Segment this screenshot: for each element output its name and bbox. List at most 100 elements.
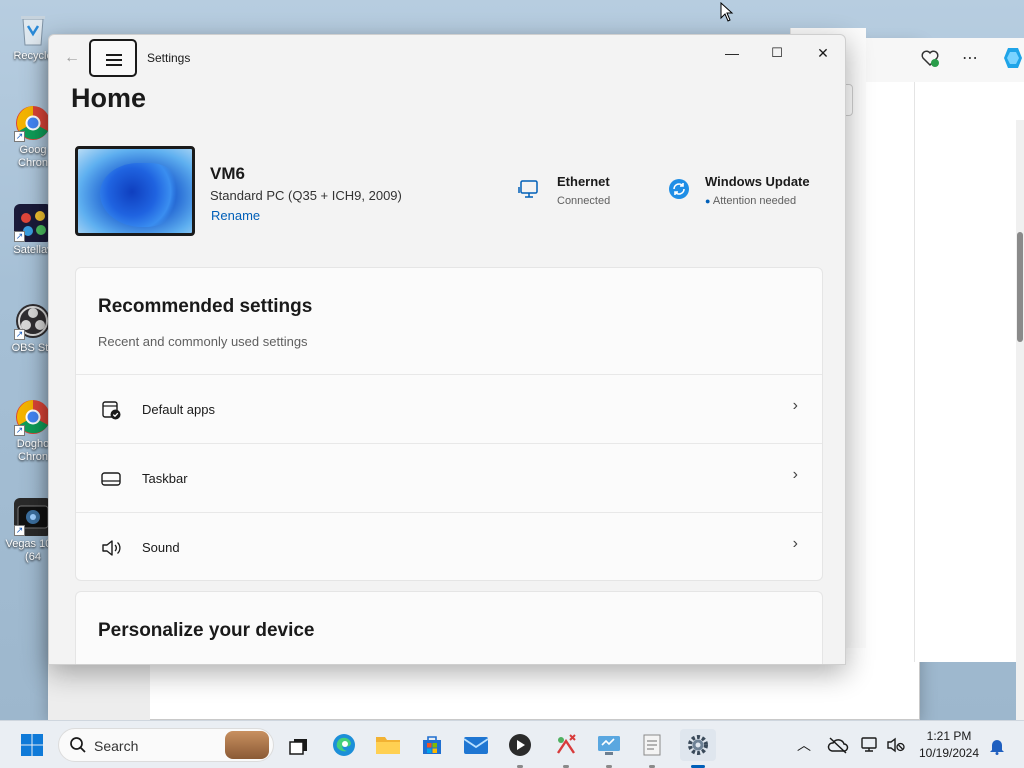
settings-window: ← Settings — ☐ ✕ Home VM6 Standard PC (Q… — [48, 34, 846, 665]
navigation-menu-button[interactable] — [89, 39, 137, 77]
notifications-button[interactable] — [984, 729, 1010, 761]
close-icon[interactable]: ✕ — [800, 39, 845, 67]
taskbar-mail-button[interactable] — [460, 729, 492, 761]
device-model: Standard PC (Q35 + ICH9, 2009) — [210, 188, 402, 203]
chevron-up-icon: ︿ — [797, 737, 811, 753]
hamburger-icon — [106, 54, 122, 56]
windows-bloom-image — [100, 163, 180, 227]
page-title: Home — [71, 83, 147, 113]
recommended-item-sound[interactable]: Sound › — [76, 512, 822, 581]
vegas-icon: ↗ — [14, 498, 52, 536]
search-icon — [70, 737, 86, 753]
search-label: Search — [94, 738, 139, 754]
device-name: VM6 — [210, 164, 245, 183]
task-view-button[interactable] — [282, 729, 314, 761]
theme-preview[interactable] — [580, 664, 692, 665]
snipping-tool-icon — [557, 734, 576, 754]
chrome-icon: ↗ — [14, 398, 52, 436]
health-icon — [921, 50, 939, 67]
rename-link[interactable]: Rename — [211, 208, 260, 223]
copilot-icon — [1004, 48, 1022, 68]
tray-volume-button[interactable] — [882, 729, 910, 761]
personalize-card: Personalize your device — [75, 591, 823, 665]
taskbar: Search ︿ 1:21 PM 10/19/2024 — [0, 720, 1024, 768]
chevron-right-icon: › — [792, 397, 798, 414]
settings-titlebar: ← Settings — ☐ ✕ — [49, 35, 845, 81]
minimize-icon[interactable]: — — [709, 39, 755, 67]
taskbar-store-button[interactable] — [416, 729, 448, 761]
recycle-bin-icon — [14, 10, 52, 48]
volume-muted-icon — [887, 737, 905, 753]
app-title: Settings — [147, 51, 191, 65]
shortcut-arrow-icon: ↗ — [14, 231, 25, 242]
tray-onedrive-button[interactable] — [824, 729, 852, 761]
theme-preview[interactable] — [460, 664, 572, 665]
attention-dot-icon: ● — [705, 196, 711, 206]
background-side-panel — [914, 82, 1024, 662]
shortcut-arrow-icon: ↗ — [14, 525, 25, 536]
more-options-icon[interactable]: ⋯ — [962, 48, 978, 68]
theme-preview[interactable] — [220, 664, 332, 665]
shortcut-arrow-icon: ↗ — [14, 425, 25, 436]
recommended-settings-title: Recommended settings — [98, 296, 313, 317]
shortcut-arrow-icon: ↗ — [14, 329, 25, 340]
satellaview-icon: ↗ — [14, 204, 52, 242]
clock-time[interactable]: 1:21 PM — [914, 729, 984, 743]
show-hidden-icons-button[interactable]: ︿ — [790, 729, 818, 761]
recommended-item-label: Default apps — [142, 402, 215, 417]
ethernet-status-title: Ethernet — [557, 174, 610, 189]
maximize-icon[interactable]: ☐ — [754, 39, 800, 67]
taskbar-file-explorer-button[interactable] — [372, 729, 404, 761]
back-arrow-icon[interactable]: ← — [61, 47, 83, 69]
bell-icon — [990, 740, 1004, 755]
default-apps-icon — [102, 401, 121, 420]
windows-update-status-subtitle: ● Attention needed — [705, 195, 797, 207]
mail-icon — [463, 737, 489, 754]
chevron-right-icon: › — [792, 535, 798, 552]
tray-network-button[interactable] — [856, 729, 884, 761]
taskbar-edge-button[interactable] — [328, 729, 360, 761]
control-panel-icon — [598, 736, 620, 755]
start-button[interactable] — [16, 729, 48, 761]
folder-icon — [376, 737, 400, 754]
recommended-item-label: Taskbar — [142, 471, 188, 486]
clock-date[interactable]: 10/19/2024 — [914, 746, 984, 760]
edge-icon — [333, 734, 355, 756]
mouse-cursor-icon — [720, 2, 734, 22]
ethernet-status[interactable]: Ethernet Connected — [517, 172, 647, 212]
taskbar-snipping-tool-button[interactable] — [550, 729, 582, 768]
chevron-right-icon: › — [792, 466, 798, 483]
background-toolbar: ⋯ — [866, 38, 1024, 82]
network-icon — [861, 737, 877, 752]
ethernet-icon — [518, 180, 538, 198]
taskbar-settings-button[interactable] — [680, 729, 716, 768]
theme-preview[interactable] — [98, 664, 210, 665]
background-window-footer — [48, 664, 150, 720]
taskbar-search-box[interactable]: Search — [58, 728, 274, 762]
background-scrollbar[interactable] — [1016, 120, 1024, 720]
taskbar-control-panel-button[interactable] — [593, 729, 625, 768]
taskbar-notepad-button[interactable] — [636, 729, 668, 768]
windows-update-status[interactable]: Windows Update ● Attention needed — [667, 172, 827, 212]
speaker-icon — [102, 540, 121, 556]
desktop: Recycle ↗ Goog Chron ↗ Satellav ↗ OBS St… — [0, 0, 1024, 720]
recommended-item-default-apps[interactable]: Default apps › — [76, 374, 822, 443]
search-highlight-image — [225, 731, 269, 759]
task-view-icon — [289, 739, 307, 755]
chrome-icon: ↗ — [14, 104, 52, 142]
store-icon — [423, 736, 441, 754]
recommended-item-label: Sound — [142, 540, 180, 555]
scrollbar-thumb[interactable] — [1017, 232, 1023, 342]
windows-update-status-title: Windows Update — [705, 174, 810, 189]
ethernet-status-subtitle: Connected — [557, 195, 611, 207]
recommended-item-taskbar[interactable]: Taskbar › — [76, 443, 822, 512]
gear-icon — [688, 735, 708, 755]
theme-preview[interactable] — [342, 664, 454, 665]
obs-icon: ↗ — [14, 302, 52, 340]
personalize-title: Personalize your device — [98, 620, 315, 641]
windows-logo-icon — [21, 734, 43, 756]
device-wallpaper-thumbnail[interactable] — [75, 146, 195, 236]
notepad-icon — [643, 734, 661, 756]
recommended-settings-subtitle: Recent and commonly used settings — [98, 334, 308, 349]
taskbar-media-player-button[interactable] — [504, 729, 536, 768]
